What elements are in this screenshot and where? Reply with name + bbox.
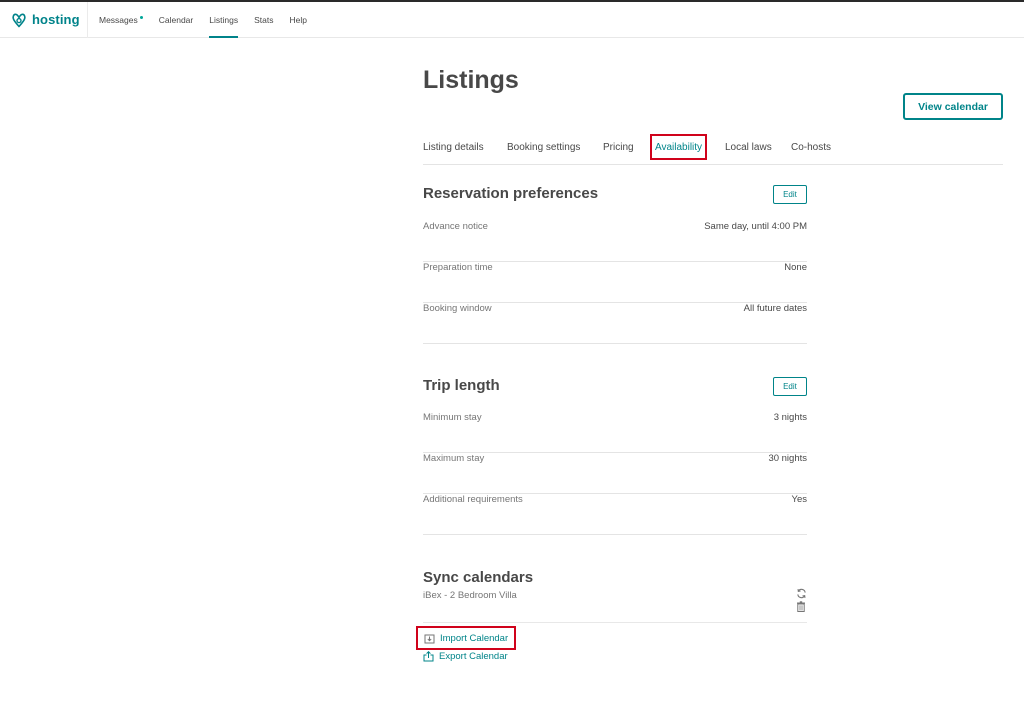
setting-row-minimum-stay: Minimum stay 3 nights	[423, 412, 807, 453]
export-calendar-link[interactable]: Export Calendar	[423, 651, 508, 662]
trash-icon[interactable]	[796, 601, 806, 612]
setting-value: Yes	[791, 494, 808, 505]
section-title: Sync calendars	[423, 569, 534, 586]
tab-pricing[interactable]: Pricing	[603, 134, 634, 160]
setting-value: All future dates	[743, 303, 807, 314]
sync-calendars-section: Sync calendars iBex - 2 Bedroom Villa Im…	[416, 569, 807, 679]
setting-row-booking-window: Booking window All future dates	[423, 303, 807, 344]
nav-item-label: Listings	[209, 15, 239, 25]
setting-row-maximum-stay: Maximum stay 30 nights	[423, 453, 807, 494]
import-calendar-link[interactable]: Import Calendar	[416, 626, 517, 650]
main-nav: Messages Calendar Listings Stats Help	[99, 2, 323, 38]
setting-value: 3 nights	[773, 412, 807, 423]
brand-name: hosting	[32, 12, 80, 27]
nav-item-label: Calendar	[158, 15, 194, 25]
setting-row-additional-requirements: Additional requirements Yes	[423, 494, 807, 535]
airbnb-logo-icon	[12, 13, 26, 28]
nav-item-label: Help	[289, 15, 307, 25]
setting-row-preparation-time: Preparation time None	[423, 262, 807, 303]
setting-label: Maximum stay	[423, 453, 485, 464]
view-calendar-button[interactable]: View calendar	[903, 93, 1003, 120]
edit-reservation-button[interactable]: Edit	[773, 185, 807, 204]
setting-value: 30 nights	[768, 453, 807, 464]
page-title: Listings	[423, 66, 519, 94]
reservation-preferences-section: Reservation preferences Edit Advance not…	[423, 185, 807, 344]
import-icon	[424, 634, 435, 643]
nav-item-messages[interactable]: Messages	[99, 2, 143, 38]
listing-tabs: Listing details Booking settings Pricing…	[423, 134, 1003, 165]
synced-calendar-name: iBex - 2 Bedroom Villa	[423, 590, 517, 601]
setting-value: Same day, until 4:00 PM	[704, 221, 807, 232]
synced-calendar-actions	[795, 588, 807, 612]
notification-dot	[139, 15, 143, 19]
setting-label: Booking window	[423, 303, 492, 314]
nav-item-stats[interactable]: Stats	[254, 2, 273, 38]
nav-item-calendar[interactable]: Calendar	[159, 2, 194, 38]
tab-listing-details[interactable]: Listing details	[423, 134, 484, 160]
brand-logo[interactable]: hosting	[11, 11, 80, 28]
export-calendar-label: Export Calendar	[439, 651, 508, 662]
nav-item-label: Messages	[99, 15, 138, 25]
tab-local-laws[interactable]: Local laws	[725, 134, 772, 160]
trip-length-section: Trip length Edit Minimum stay 3 nights M…	[423, 377, 807, 535]
setting-label: Advance notice	[423, 221, 488, 232]
tab-booking-settings[interactable]: Booking settings	[507, 134, 580, 160]
tab-availability[interactable]: Availability	[650, 134, 708, 160]
top-nav-bar: hosting Messages Calendar Listings Stats…	[0, 0, 1024, 38]
setting-row-advance-notice: Advance notice Same day, until 4:00 PM	[423, 221, 807, 262]
setting-label: Preparation time	[423, 262, 493, 273]
setting-value: None	[784, 262, 807, 273]
nav-item-listings[interactable]: Listings	[209, 2, 238, 38]
section-title: Reservation preferences	[423, 185, 599, 202]
section-title: Trip length	[423, 377, 500, 394]
import-calendar-label: Import Calendar	[440, 632, 509, 644]
nav-divider	[87, 2, 88, 38]
setting-label: Additional requirements	[423, 494, 523, 505]
setting-label: Minimum stay	[423, 412, 482, 423]
refresh-icon[interactable]	[796, 588, 807, 599]
nav-item-help[interactable]: Help	[289, 2, 306, 38]
edit-trip-length-button[interactable]: Edit	[773, 377, 807, 396]
tab-co-hosts[interactable]: Co-hosts	[791, 134, 831, 160]
nav-item-label: Stats	[254, 15, 274, 25]
export-icon	[423, 651, 434, 662]
sync-divider	[423, 622, 807, 623]
